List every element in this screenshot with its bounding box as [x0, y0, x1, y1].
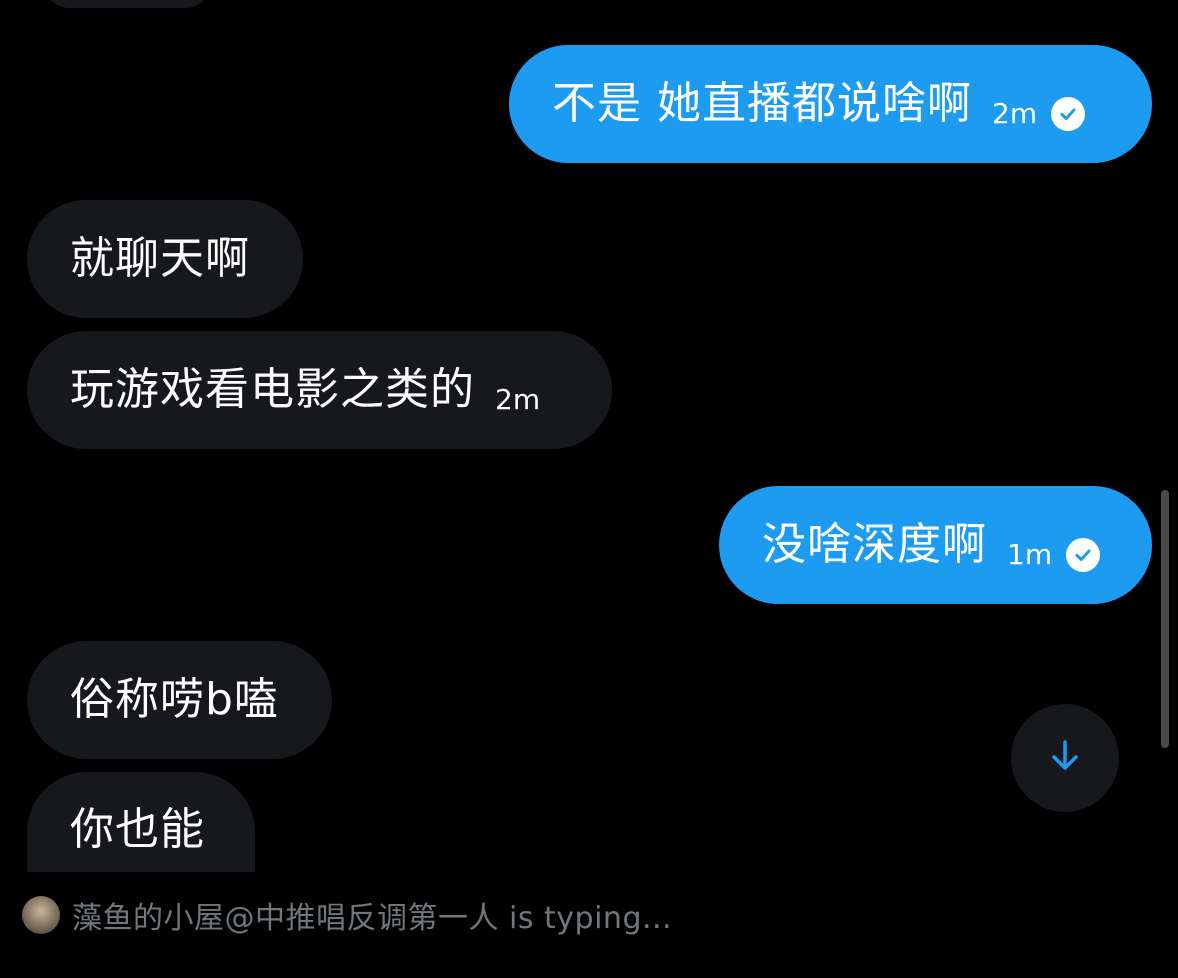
message-text: 没啥深度啊 [762, 519, 987, 570]
message-bubble-incoming[interactable]: 俗称唠b嗑 [27, 641, 332, 759]
avatar [22, 896, 60, 934]
arrow-down-icon [1047, 738, 1083, 778]
message-text: 俗称唠b嗑 [70, 674, 279, 725]
typing-indicator: 藻鱼的小屋@中推唱反调第一人 is typing... [22, 893, 672, 937]
check-circle-icon [1051, 97, 1086, 131]
message-text: 玩游戏看电影之类的 [70, 364, 475, 415]
message-bubble-outgoing[interactable]: 不是 她直播都说啥啊 2m [509, 45, 1152, 163]
message-bubble-incoming[interactable]: 就聊天啊 [27, 200, 303, 318]
message-bubble-incoming[interactable]: 你也能 [27, 772, 255, 872]
message-timestamp: 1m [1007, 538, 1053, 571]
message-timestamp: 2m [992, 97, 1038, 130]
message-text: 不是 她直播都说啥啊 [552, 78, 972, 129]
message-text: 就聊天啊 [70, 233, 250, 284]
message-timestamp: 2m [495, 383, 541, 416]
scroll-to-bottom-button[interactable] [1011, 704, 1119, 812]
typing-indicator-text: 藻鱼的小屋@中推唱反调第一人 is typing... [72, 901, 673, 936]
message-text: 你也能 [70, 804, 205, 855]
previous-message-bubble [45, 0, 210, 8]
message-bubble-outgoing[interactable]: 没啥深度啊 1m [719, 486, 1152, 604]
message-bubble-incoming[interactable]: 玩游戏看电影之类的 2m [27, 331, 612, 449]
scrollbar-thumb[interactable] [1161, 490, 1169, 748]
check-circle-icon [1066, 538, 1101, 572]
